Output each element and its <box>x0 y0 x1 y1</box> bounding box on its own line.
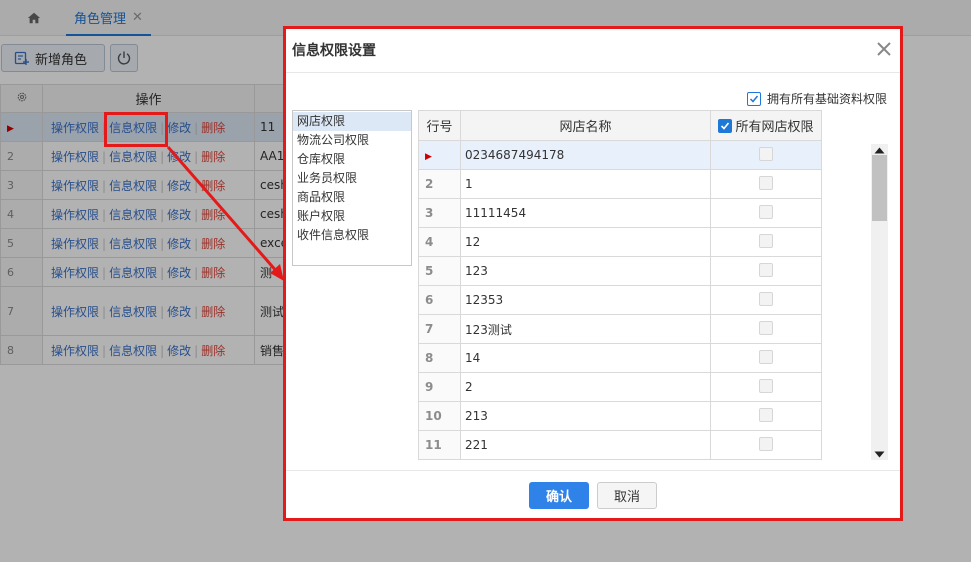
shop-permission-checkbox[interactable] <box>759 436 773 451</box>
category-item[interactable]: 物流公司权限 <box>293 131 411 150</box>
all-basic-permission-option[interactable]: 拥有所有基础资料权限 <box>747 90 887 107</box>
shop-permission-cell <box>710 430 822 460</box>
row-number-label: 10 <box>425 409 442 423</box>
shop-name: 12353 <box>460 285 711 315</box>
cancel-button[interactable]: 取消 <box>597 482 657 509</box>
row-number-label: 9 <box>425 380 434 394</box>
row-number-label: 2 <box>425 177 434 191</box>
row-number: 11 <box>418 430 461 460</box>
current-row-marker-icon: ▶ <box>425 152 432 162</box>
scroll-thumb[interactable] <box>872 155 887 221</box>
all-shops-column-header: 所有网店权限 <box>710 110 822 141</box>
table-row[interactable]: 6 12353 <box>418 285 822 315</box>
shop-permission-cell <box>710 256 822 286</box>
row-number: 7 <box>418 314 461 344</box>
all-shops-label: 所有网店权限 <box>735 120 814 135</box>
scroll-down-arrow-icon[interactable] <box>871 448 888 460</box>
shop-name: 0234687494178 <box>460 140 711 170</box>
shop-permission-cell <box>710 169 822 199</box>
shop-name-column-header: 网店名称 <box>460 110 711 141</box>
row-number: 3 <box>418 198 461 228</box>
check-icon <box>749 95 759 103</box>
table-row[interactable]: 21 <box>418 169 822 199</box>
shop-permission-checkbox[interactable] <box>759 204 773 219</box>
row-number-label: 4 <box>425 235 434 249</box>
row-number: 5 <box>418 256 461 286</box>
shop-permission-checkbox[interactable] <box>759 233 773 248</box>
dialog-footer: 确认 取消 <box>285 470 901 518</box>
table-row[interactable]: 3 11111454 <box>418 198 822 228</box>
shop-permission-grid: 行号 网店名称 所有网店权限 ▶ 0234687494178 2 1 3 11111454… <box>418 110 822 460</box>
dialog-header: 信息权限设置 <box>285 28 901 73</box>
category-item[interactable]: 账户权限 <box>293 207 411 226</box>
table-row[interactable]: 92 <box>418 372 822 402</box>
shop-name: 11111454 <box>460 198 711 228</box>
table-row[interactable]: 10 213 <box>418 401 822 431</box>
row-number: ▶ <box>418 140 461 170</box>
shop-name: 123 <box>460 256 711 286</box>
category-item[interactable]: 收件信息权限 <box>293 226 411 245</box>
table-row[interactable]: 11 221 <box>418 430 822 460</box>
row-number-label: 8 <box>425 351 434 365</box>
table-row[interactable]: 4 12 <box>418 227 822 257</box>
table-row[interactable]: 7 123测试 <box>418 314 822 344</box>
vertical-scrollbar[interactable] <box>871 144 888 460</box>
shop-permission-checkbox[interactable] <box>759 146 773 161</box>
row-number-label: 6 <box>425 293 434 307</box>
row-number-label: 11 <box>425 438 442 452</box>
row-number-label: 3 <box>425 206 434 220</box>
category-item[interactable]: 仓库权限 <box>293 150 411 169</box>
shop-permission-cell <box>710 343 822 373</box>
shop-permission-checkbox[interactable] <box>759 378 773 393</box>
shop-permission-cell <box>710 285 822 315</box>
shop-permission-cell <box>710 140 822 170</box>
shop-name: 213 <box>460 401 711 431</box>
row-number: 9 <box>418 372 461 402</box>
category-item[interactable]: 业务员权限 <box>293 169 411 188</box>
row-number: 6 <box>418 285 461 315</box>
close-icon[interactable] <box>875 40 893 58</box>
shop-permission-checkbox[interactable] <box>759 262 773 277</box>
shop-name: 2 <box>460 372 711 402</box>
shop-name: 221 <box>460 430 711 460</box>
permission-category-list: 网店权限 物流公司权限 仓库权限 业务员权限 商品权限 账户权限 收件信息权限 <box>292 110 412 266</box>
category-item[interactable]: 网店权限 <box>293 112 411 131</box>
table-row[interactable]: ▶ 0234687494178 <box>418 140 822 170</box>
all-basic-checkbox[interactable] <box>747 91 761 106</box>
row-number: 10 <box>418 401 461 431</box>
shop-permission-cell <box>710 198 822 228</box>
all-shops-checkbox[interactable] <box>718 118 733 133</box>
table-row[interactable]: 5 123 <box>418 256 822 286</box>
table-row[interactable]: 8 14 <box>418 343 822 373</box>
category-item[interactable]: 商品权限 <box>293 188 411 207</box>
shop-name: 12 <box>460 227 711 257</box>
shop-permission-checkbox[interactable] <box>759 407 773 422</box>
shop-name: 14 <box>460 343 711 373</box>
info-permission-dialog: 信息权限设置 拥有所有基础资料权限 网店权限 物流公司权限 仓库权限 业务员权限 商品权… <box>285 28 901 518</box>
dialog-title: 信息权限设置 <box>292 43 376 59</box>
shop-name: 1 <box>460 169 711 199</box>
shop-permission-checkbox[interactable] <box>759 320 773 335</box>
shop-permission-cell <box>710 372 822 402</box>
rownum-column-header: 行号 <box>418 110 461 141</box>
shop-permission-checkbox[interactable] <box>759 175 773 190</box>
confirm-button[interactable]: 确认 <box>529 482 589 509</box>
row-number-label: 7 <box>425 322 434 336</box>
row-number: 2 <box>418 169 461 199</box>
shop-permission-cell <box>710 401 822 431</box>
all-basic-label: 拥有所有基础资料权限 <box>767 92 888 106</box>
check-icon <box>721 121 730 130</box>
shop-permission-checkbox[interactable] <box>759 349 773 364</box>
shop-permission-cell <box>710 227 822 257</box>
shop-name: 123测试 <box>460 314 711 344</box>
shop-permission-checkbox[interactable] <box>759 291 773 306</box>
row-number: 4 <box>418 227 461 257</box>
shop-permission-cell <box>710 314 822 344</box>
row-number-label: 5 <box>425 264 434 278</box>
row-number: 8 <box>418 343 461 373</box>
info-permission-highlight-box <box>104 112 168 147</box>
